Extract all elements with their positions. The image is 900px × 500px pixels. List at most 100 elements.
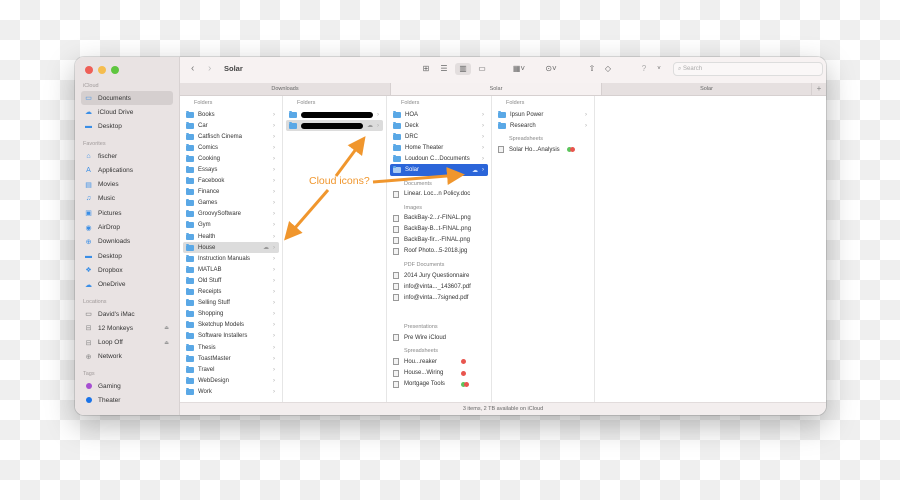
folder-row[interactable]: Car › bbox=[183, 120, 279, 131]
sidebar-item-dropbox[interactable]: ❖ Dropbox bbox=[81, 263, 173, 277]
sidebar-item-airdrop[interactable]: ◉ AirDrop bbox=[81, 220, 173, 234]
column-3[interactable]: Folders HOA › Deck › DRC › Home Theater › Loudou… bbox=[387, 96, 492, 402]
file-row[interactable]: 2014 Jury Questionnaire bbox=[390, 270, 488, 281]
zoom-button[interactable] bbox=[111, 66, 119, 74]
folder-icon bbox=[186, 376, 194, 384]
file-row[interactable]: Pre Wire iCloud bbox=[390, 332, 488, 343]
folder-row[interactable]: Receipts › bbox=[183, 287, 279, 298]
column-view-icon[interactable]: ▥ bbox=[455, 63, 471, 75]
folder-row[interactable]: Home Theater › bbox=[390, 142, 488, 153]
search-input[interactable]: ⌕ Search bbox=[673, 62, 823, 76]
file-row[interactable]: BackBay-2...r-FINAL.png bbox=[390, 213, 488, 224]
sidebar-item-tag-theater[interactable]: Theater bbox=[81, 393, 173, 407]
folder-row[interactable]: Gym › bbox=[183, 220, 279, 231]
folder-row[interactable]: GroovySoftware › bbox=[183, 209, 279, 220]
folder-row[interactable]: Software Installers › bbox=[183, 331, 279, 342]
new-tab-button[interactable]: + bbox=[812, 83, 826, 95]
sidebar-item-fischer[interactable]: ⌂ fischer bbox=[81, 149, 173, 163]
icon-view-icon[interactable]: ⊞ bbox=[420, 63, 432, 75]
folder-row[interactable]: Catfisch Cinema › bbox=[183, 131, 279, 142]
file-row[interactable]: info@vinta..._143607.pdf bbox=[390, 281, 488, 292]
file-row[interactable]: Linear. Loc...n Policy.doc bbox=[390, 189, 488, 200]
list-view-icon[interactable]: ☰ bbox=[438, 63, 450, 75]
sidebar-item-movies[interactable]: ▤ Movies bbox=[81, 177, 173, 191]
folder-row[interactable]: › bbox=[286, 109, 383, 120]
sidebar-item-desktop[interactable]: ▬ Desktop bbox=[81, 120, 173, 134]
sidebar-item-pictures[interactable]: ▣ Pictures bbox=[81, 206, 173, 220]
sidebar-item-onedrive[interactable]: ☁ OneDrive bbox=[81, 278, 173, 292]
folder-row[interactable]: House ☁ › bbox=[183, 242, 279, 254]
column-header: Folders bbox=[506, 100, 525, 106]
folder-row[interactable]: Comics › bbox=[183, 142, 279, 153]
file-row[interactable]: Hou...reaker bbox=[390, 356, 488, 367]
folder-row[interactable]: Ipsun Power › bbox=[495, 109, 591, 120]
eject-icon[interactable]: ⏏ bbox=[164, 340, 169, 346]
column-4[interactable]: Folders Ipsun Power › Research › Spreadshe… bbox=[492, 96, 595, 402]
file-icon bbox=[393, 225, 399, 233]
folder-row[interactable]: HOA › bbox=[390, 109, 488, 120]
folder-row[interactable]: Instruction Manuals › bbox=[183, 253, 279, 264]
file-row[interactable]: Roof Photo...5-2018.jpg bbox=[390, 246, 488, 257]
tab-solar-1[interactable]: Solar bbox=[391, 83, 602, 95]
folder-row[interactable]: Loudoun C...Documents › bbox=[390, 153, 488, 164]
folder-row[interactable]: Research › bbox=[495, 120, 591, 131]
share-icon[interactable]: ⇧ bbox=[587, 63, 597, 75]
folder-row[interactable]: Finance › bbox=[183, 187, 279, 198]
folder-row[interactable]: Books › bbox=[183, 109, 279, 120]
sidebar-item-network[interactable]: ⊕ Network bbox=[81, 350, 173, 364]
sidebar-item-desktop-2[interactable]: ▬ Desktop bbox=[81, 249, 173, 263]
folder-row[interactable]: Cooking › bbox=[183, 153, 279, 164]
folder-row[interactable]: Solar ☁ › bbox=[390, 164, 488, 176]
file-row[interactable]: BackBay-B...t-FINAL.png bbox=[390, 224, 488, 235]
sidebar-item-davids-imac[interactable]: ▭ David's iMac bbox=[81, 307, 173, 321]
file-row[interactable]: info@vinta...7signed.pdf bbox=[390, 292, 488, 303]
folder-row[interactable]: Essays › bbox=[183, 164, 279, 175]
folder-row[interactable]: Games › bbox=[183, 198, 279, 209]
tab-downloads[interactable]: Downloads bbox=[180, 83, 391, 95]
folder-icon bbox=[186, 254, 194, 262]
folder-row[interactable]: Work › bbox=[183, 386, 279, 397]
file-row[interactable]: BackBay-fir...-FINAL.png bbox=[390, 235, 488, 246]
folder-row[interactable]: DRC › bbox=[390, 131, 488, 142]
folder-row[interactable]: ☁ › bbox=[286, 120, 383, 132]
sidebar-item-documents[interactable]: ▭ Documents bbox=[81, 91, 173, 106]
eject-icon[interactable]: ⏏ bbox=[164, 325, 169, 331]
folder-row[interactable]: WebDesign › bbox=[183, 375, 279, 386]
folder-row[interactable]: Deck › bbox=[390, 120, 488, 131]
folder-row[interactable]: Shopping › bbox=[183, 309, 279, 320]
folder-row[interactable]: Sketchup Models › bbox=[183, 320, 279, 331]
folder-icon bbox=[186, 265, 194, 273]
chevron-right-icon[interactable]: › bbox=[208, 63, 211, 74]
question-icon[interactable]: ? bbox=[637, 63, 651, 75]
folder-row[interactable]: Travel › bbox=[183, 364, 279, 375]
file-row[interactable]: Solar Ho...Analysis bbox=[495, 144, 591, 155]
folder-row[interactable]: Health › bbox=[183, 231, 279, 242]
sidebar-item-music[interactable]: ♫ Music bbox=[81, 192, 173, 206]
folder-row[interactable]: Facebook › bbox=[183, 176, 279, 187]
file-row[interactable]: Mortgage Tools bbox=[390, 379, 488, 390]
folder-row[interactable]: Thesis › bbox=[183, 342, 279, 353]
sidebar-item-loop-off[interactable]: ⊟ Loop Off ⏏ bbox=[81, 335, 173, 349]
action-icon[interactable]: ⊙˅ bbox=[542, 63, 560, 75]
chevron-left-icon[interactable]: ‹ bbox=[191, 63, 194, 74]
file-row[interactable]: House...Wiring bbox=[390, 368, 488, 379]
gallery-view-icon[interactable]: ▭ bbox=[476, 63, 488, 75]
close-button[interactable] bbox=[85, 66, 93, 74]
tag-icon[interactable]: ◇ bbox=[603, 63, 613, 75]
column-5-empty[interactable] bbox=[595, 96, 826, 402]
folder-row[interactable]: ToastMaster › bbox=[183, 353, 279, 364]
group-icon[interactable]: ▦˅ bbox=[510, 63, 528, 75]
column-2[interactable]: Folders › ☁ › bbox=[283, 96, 387, 402]
sidebar-item-downloads[interactable]: ⊕ Downloads bbox=[81, 235, 173, 249]
sidebar-item-icloud-drive[interactable]: ☁ iCloud Drive bbox=[81, 105, 173, 119]
minimize-button[interactable] bbox=[98, 66, 106, 74]
sidebar-item-tag-gaming[interactable]: Gaming bbox=[81, 379, 173, 393]
folder-row[interactable]: MATLAB › bbox=[183, 264, 279, 275]
sidebar-item-applications[interactable]: A Applications bbox=[81, 163, 173, 177]
column-1[interactable]: Folders Books › Car › Catfisch Cinema › Comics… bbox=[180, 96, 283, 402]
sidebar-item-12-monkeys[interactable]: ⊟ 12 Monkeys ⏏ bbox=[81, 321, 173, 335]
chevron-down-icon[interactable]: ˅ bbox=[655, 63, 663, 75]
tab-solar-2[interactable]: Solar bbox=[602, 83, 812, 95]
folder-row[interactable]: Old Stuff › bbox=[183, 275, 279, 286]
folder-row[interactable]: Selling Stuff › bbox=[183, 298, 279, 309]
